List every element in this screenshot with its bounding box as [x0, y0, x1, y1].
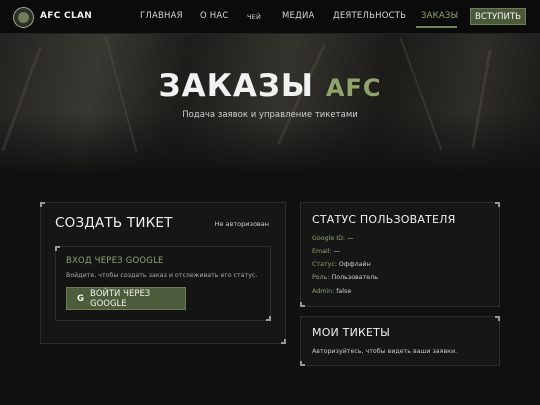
- google-login-button[interactable]: G ВОЙТИ ЧЕРЕЗ GOOGLE: [66, 287, 186, 310]
- join-button[interactable]: ВСТУПИТЬ: [470, 8, 526, 25]
- page-title-accent: AFC: [325, 74, 382, 102]
- status-row-admin: Admin: false: [312, 288, 352, 295]
- nav-link-home[interactable]: ГЛАВНАЯ: [140, 11, 183, 21]
- status-row-role: Роль: Пользователь: [312, 274, 378, 281]
- brand-name[interactable]: AFC CLAN: [40, 11, 92, 21]
- auth-status: Не авторизован: [214, 220, 269, 228]
- nav-link-orders[interactable]: ЗАКАЗЫ: [421, 11, 458, 21]
- top-navbar: AFC CLAN ГЛАВНАЯ О НАС ЧЕЙ МЕДИА ДЕЯТЕЛЬ…: [0, 0, 540, 34]
- status-row-status: Статус: Оффлайн: [312, 261, 371, 268]
- status-row-google-id: Google ID: —: [312, 235, 354, 242]
- google-login-title: ВХОД ЧЕРЕЗ GOOGLE: [66, 256, 164, 266]
- user-status-title: СТАТУС ПОЛЬЗОВАТЕЛЯ: [312, 213, 456, 226]
- nav-link-media[interactable]: МЕДИА: [282, 11, 315, 21]
- status-row-email: Email: —: [312, 248, 340, 255]
- active-nav-indicator: [416, 26, 457, 28]
- page-title: ЗАКАЗЫ AFC: [158, 68, 382, 104]
- hero-banner: ЗАКАЗЫ AFC Подача заявок и управление ти…: [0, 34, 540, 174]
- nav-link-who[interactable]: ЧЕЙ: [247, 13, 261, 21]
- create-ticket-title: СОЗДАТЬ ТИКЕТ: [55, 215, 173, 231]
- google-login-button-label: ВОЙТИ ЧЕРЕЗ GOOGLE: [89, 288, 151, 309]
- google-icon: G: [77, 293, 84, 304]
- page-subtitle: Подача заявок и управление тикетами: [182, 110, 358, 120]
- nav-link-about[interactable]: О НАС: [200, 11, 229, 21]
- nav-link-activity[interactable]: ДЕЯТЕЛЬНОСТЬ: [333, 11, 406, 21]
- google-login-box: ВХОД ЧЕРЕЗ GOOGLE Войдите, чтобы создать…: [55, 246, 271, 321]
- clan-logo-icon[interactable]: [13, 7, 34, 28]
- my-tickets-title: МОИ ТИКЕТЫ: [312, 326, 391, 339]
- google-login-description: Войдите, чтобы создать заказ и отслежива…: [66, 272, 258, 279]
- my-tickets-description: Авторизуйтесь, чтобы видеть ваши заявки.: [312, 348, 458, 355]
- my-tickets-panel: МОИ ТИКЕТЫ Авторизуйтесь, чтобы видеть в…: [300, 316, 500, 366]
- create-ticket-panel: СОЗДАТЬ ТИКЕТ Не авторизован ВХОД ЧЕРЕЗ …: [40, 202, 286, 344]
- user-status-panel: СТАТУС ПОЛЬЗОВАТЕЛЯ Google ID: — Email: …: [300, 202, 500, 307]
